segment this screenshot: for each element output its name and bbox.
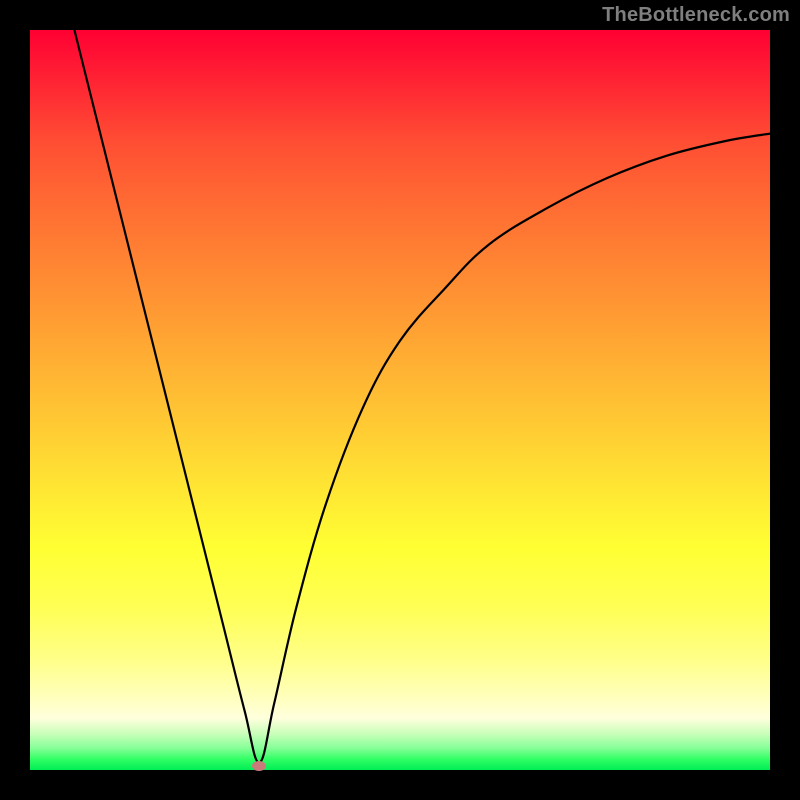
watermark-text: TheBottleneck.com: [602, 4, 790, 27]
chart-frame: TheBottleneck.com: [0, 0, 800, 800]
plot-area: [30, 30, 770, 770]
minimum-marker-icon: [252, 761, 266, 771]
bottleneck-curve: [30, 30, 770, 770]
